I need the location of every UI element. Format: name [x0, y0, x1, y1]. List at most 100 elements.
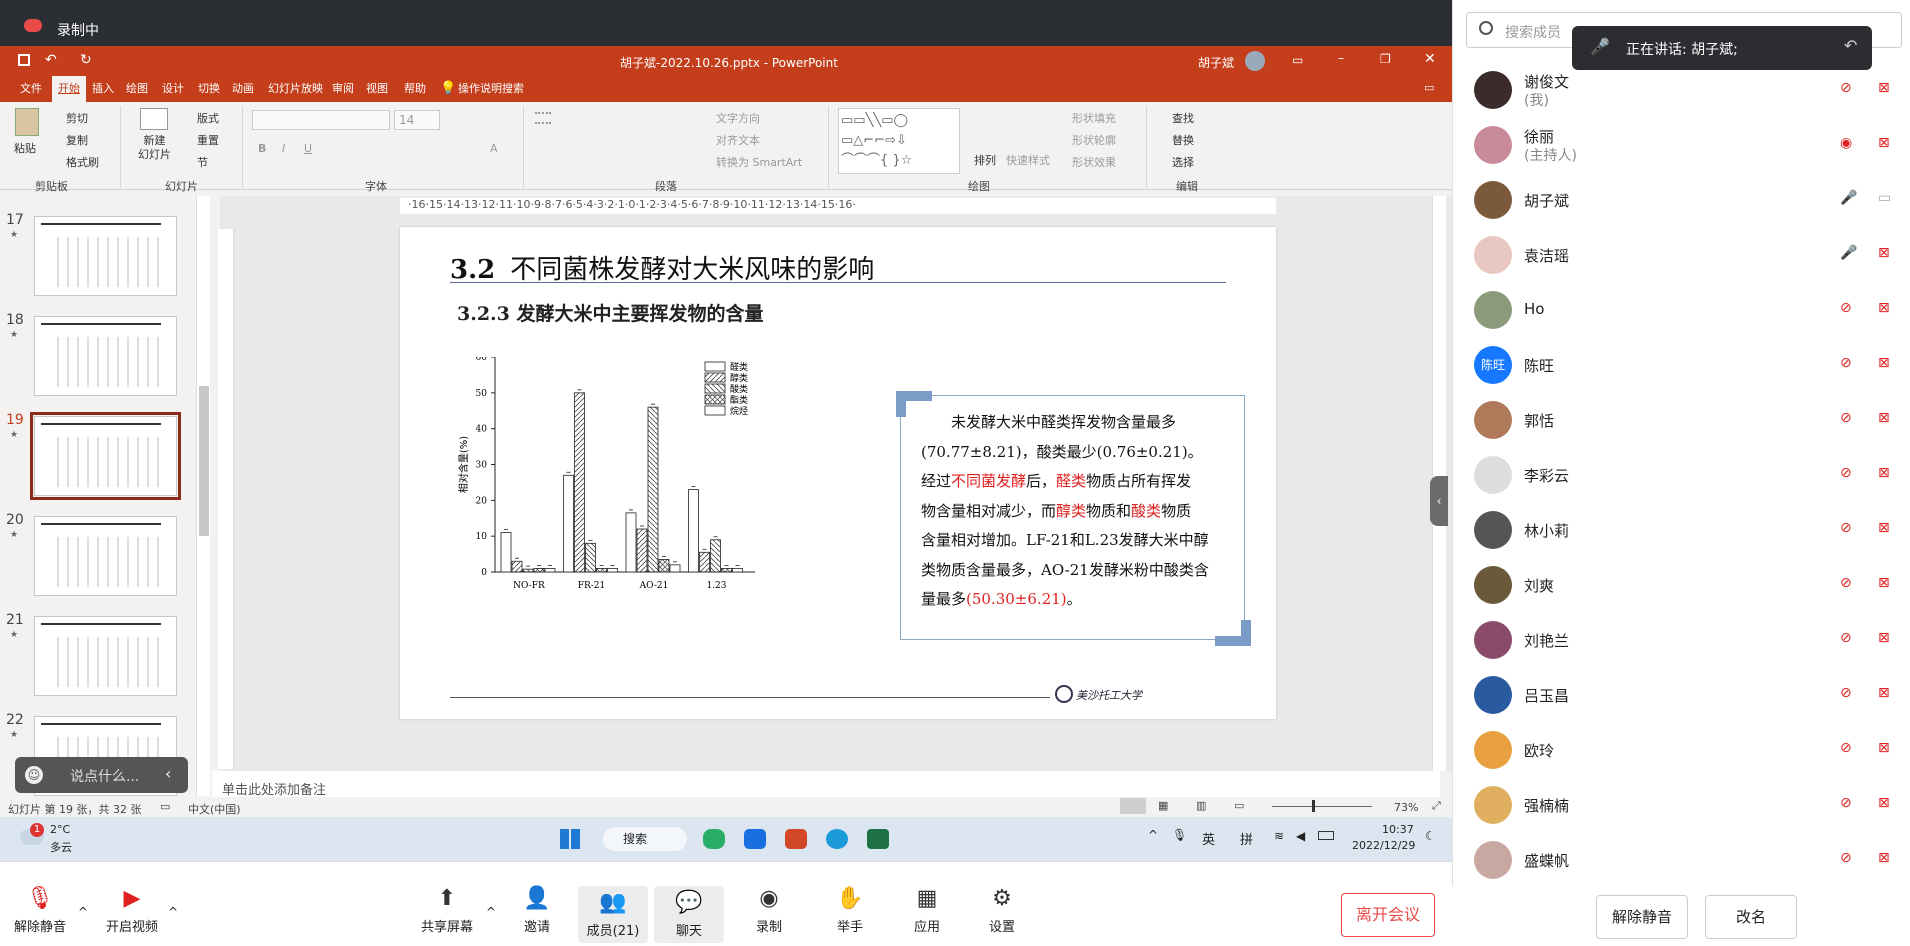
- shapes-gallery[interactable]: ▭▭╲╲▭◯ ▭△⌐⌐⇨⇩ ⌒⌒⌒{ }☆: [838, 108, 960, 174]
- tencent-meeting-icon[interactable]: [744, 829, 766, 849]
- zoom-thumb[interactable]: [1312, 800, 1315, 812]
- video-off-icon[interactable]: ⊠: [1878, 465, 1900, 485]
- tab-3[interactable]: 绘图: [120, 76, 154, 102]
- mic-muted-icon[interactable]: ⊘: [1840, 355, 1860, 375]
- video-off-icon[interactable]: ⊠: [1878, 850, 1900, 870]
- video-off-button[interactable]: ▶ 开启视频: [97, 886, 167, 935]
- tab-1[interactable]: 开始: [52, 76, 86, 102]
- tab-6[interactable]: 动画: [226, 76, 260, 102]
- clock-time[interactable]: 10:37: [1382, 823, 1414, 836]
- battery-icon[interactable]: [1318, 831, 1334, 840]
- mic-icon[interactable]: 🎤: [1840, 190, 1860, 210]
- mic-muted-icon[interactable]: ⊘: [1840, 795, 1860, 815]
- slide-thumbnail[interactable]: [34, 616, 177, 696]
- video-off-icon[interactable]: ⊠: [1878, 740, 1900, 760]
- member-row[interactable]: 刘艳兰 ⊘ ⊠: [1474, 614, 1904, 664]
- tray-expand-icon[interactable]: ^: [1148, 828, 1158, 842]
- slide-thumbnails[interactable]: 17 ★ 18 ★ 19 ★ 20 ★ 21 ★ 22 ★: [0, 196, 210, 796]
- redo-icon[interactable]: ↻: [80, 52, 92, 68]
- member-row[interactable]: 郭恬 ⊘ ⊠: [1474, 394, 1904, 444]
- zoom-slider[interactable]: [1272, 806, 1372, 807]
- text-direction-button[interactable]: 文字方向: [716, 110, 760, 126]
- tab-10[interactable]: 帮助: [398, 76, 432, 102]
- settings-button[interactable]: ⚙ 设置: [967, 886, 1037, 935]
- collapse-panel-button[interactable]: ‹: [1430, 476, 1448, 526]
- save-icon[interactable]: [18, 54, 30, 66]
- member-row[interactable]: 欧玲 ⊘ ⊠: [1474, 724, 1904, 774]
- find-button[interactable]: 查找: [1172, 110, 1194, 126]
- layout-button[interactable]: 版式: [197, 110, 219, 126]
- video-off-icon[interactable]: ⊠: [1878, 300, 1900, 320]
- bullets-icon[interactable]: [535, 112, 551, 124]
- user-name[interactable]: 胡子斌: [1198, 54, 1234, 71]
- chevron-left-icon[interactable]: ‹: [165, 764, 171, 783]
- video-off-icon[interactable]: ⊠: [1878, 520, 1900, 540]
- mic-muted-icon[interactable]: ⊘: [1840, 410, 1860, 430]
- tab-0[interactable]: 文件: [14, 76, 48, 102]
- user-avatar[interactable]: [1245, 51, 1265, 71]
- audio-options-chevron[interactable]: ^: [78, 905, 88, 919]
- member-row[interactable]: 胡子斌 🎤 ▭: [1474, 174, 1904, 224]
- close-icon[interactable]: ✕: [1424, 51, 1436, 67]
- video-off-icon[interactable]: ⊠: [1878, 80, 1900, 100]
- ime-mode[interactable]: 拼: [1240, 829, 1253, 848]
- tab-7[interactable]: 幻灯片放映: [262, 76, 329, 102]
- section-button[interactable]: 节: [197, 154, 208, 170]
- video-off-icon[interactable]: ⊠: [1878, 245, 1900, 265]
- taskbar-search[interactable]: 搜索: [603, 827, 687, 851]
- slide-thumbnail[interactable]: [30, 412, 181, 500]
- slideshow-icon[interactable]: ▭: [1234, 799, 1244, 812]
- smartart-button[interactable]: 转换为 SmartArt: [716, 154, 802, 170]
- normal-view-icon[interactable]: [1120, 798, 1146, 814]
- slide-thumbnail[interactable]: [34, 216, 177, 296]
- member-row[interactable]: 吕玉昌 ⊘ ⊠: [1474, 669, 1904, 719]
- share-options-chevron[interactable]: ^: [486, 905, 496, 919]
- font-name-select[interactable]: [252, 110, 390, 130]
- volume-icon[interactable]: ◀: [1296, 829, 1305, 843]
- member-row[interactable]: 林小莉 ⊘ ⊠: [1474, 504, 1904, 554]
- leave-meeting-button[interactable]: 离开会议: [1341, 893, 1435, 937]
- network-icon[interactable]: ≋: [1274, 829, 1284, 843]
- copy-button[interactable]: 复制: [66, 132, 88, 148]
- screen-share-icon[interactable]: ▭: [1878, 190, 1900, 210]
- video-off-icon[interactable]: ⊠: [1878, 575, 1900, 595]
- undo-icon[interactable]: ↶: [45, 52, 57, 68]
- emoji-icon[interactable]: ☺: [25, 766, 43, 784]
- undo-icon[interactable]: ↶: [1844, 36, 1857, 55]
- mic-muted-icon[interactable]: ⊘: [1840, 465, 1860, 485]
- mic-muted-icon[interactable]: ⊘: [1840, 685, 1860, 705]
- chat-input-bubble[interactable]: ☺ 说点什么... ‹: [15, 757, 188, 793]
- maximize-icon[interactable]: ❐: [1380, 52, 1391, 66]
- underline-button[interactable]: U: [304, 142, 312, 155]
- video-off-icon[interactable]: ⊠: [1878, 685, 1900, 705]
- select-button[interactable]: 选择: [1172, 154, 1194, 170]
- mic-muted-icon[interactable]: ⊘: [1840, 630, 1860, 650]
- raise-hand-button[interactable]: ✋ 举手: [815, 886, 885, 935]
- minimize-icon[interactable]: –: [1338, 51, 1344, 65]
- excel-icon[interactable]: [867, 829, 889, 849]
- tray-mic-icon[interactable]: 🎙: [1172, 828, 1187, 842]
- rename-button[interactable]: 改名: [1705, 895, 1797, 939]
- invite-button[interactable]: 👤 邀请: [502, 886, 572, 935]
- tab-2[interactable]: 插入: [86, 76, 120, 102]
- italic-button[interactable]: I: [282, 142, 285, 155]
- font-size-select[interactable]: 14: [394, 110, 440, 130]
- powerpoint-taskbar-icon[interactable]: [785, 829, 807, 849]
- mic-icon[interactable]: ◉: [1840, 135, 1860, 155]
- tab-9[interactable]: 视图: [360, 76, 394, 102]
- video-off-icon[interactable]: ⊠: [1878, 410, 1900, 430]
- member-row[interactable]: 强楠楠 ⊘ ⊠: [1474, 779, 1904, 829]
- spellcheck-icon[interactable]: ▭: [160, 800, 170, 813]
- ime-lang[interactable]: 英: [1202, 829, 1215, 848]
- mic-icon[interactable]: 🎤: [1840, 245, 1860, 265]
- share-screen-button[interactable]: ⬆ 共享屏幕: [412, 886, 482, 935]
- member-row[interactable]: 李彩云 ⊘ ⊠: [1474, 449, 1904, 499]
- mic-muted-button[interactable]: 🎙 解除静音: [5, 886, 75, 935]
- shape-outline-button[interactable]: 形状轮廓: [1072, 132, 1116, 148]
- member-row[interactable]: 徐丽 (主持人) ◉ ⊠: [1474, 119, 1904, 169]
- member-row[interactable]: 陈旺 陈旺 ⊘ ⊠: [1474, 339, 1904, 389]
- video-off-icon[interactable]: ⊠: [1878, 135, 1900, 155]
- apps-button[interactable]: ▦ 应用: [892, 886, 962, 935]
- reading-view-icon[interactable]: ▥: [1196, 799, 1206, 812]
- member-row[interactable]: 袁洁瑶 🎤 ⊠: [1474, 229, 1904, 279]
